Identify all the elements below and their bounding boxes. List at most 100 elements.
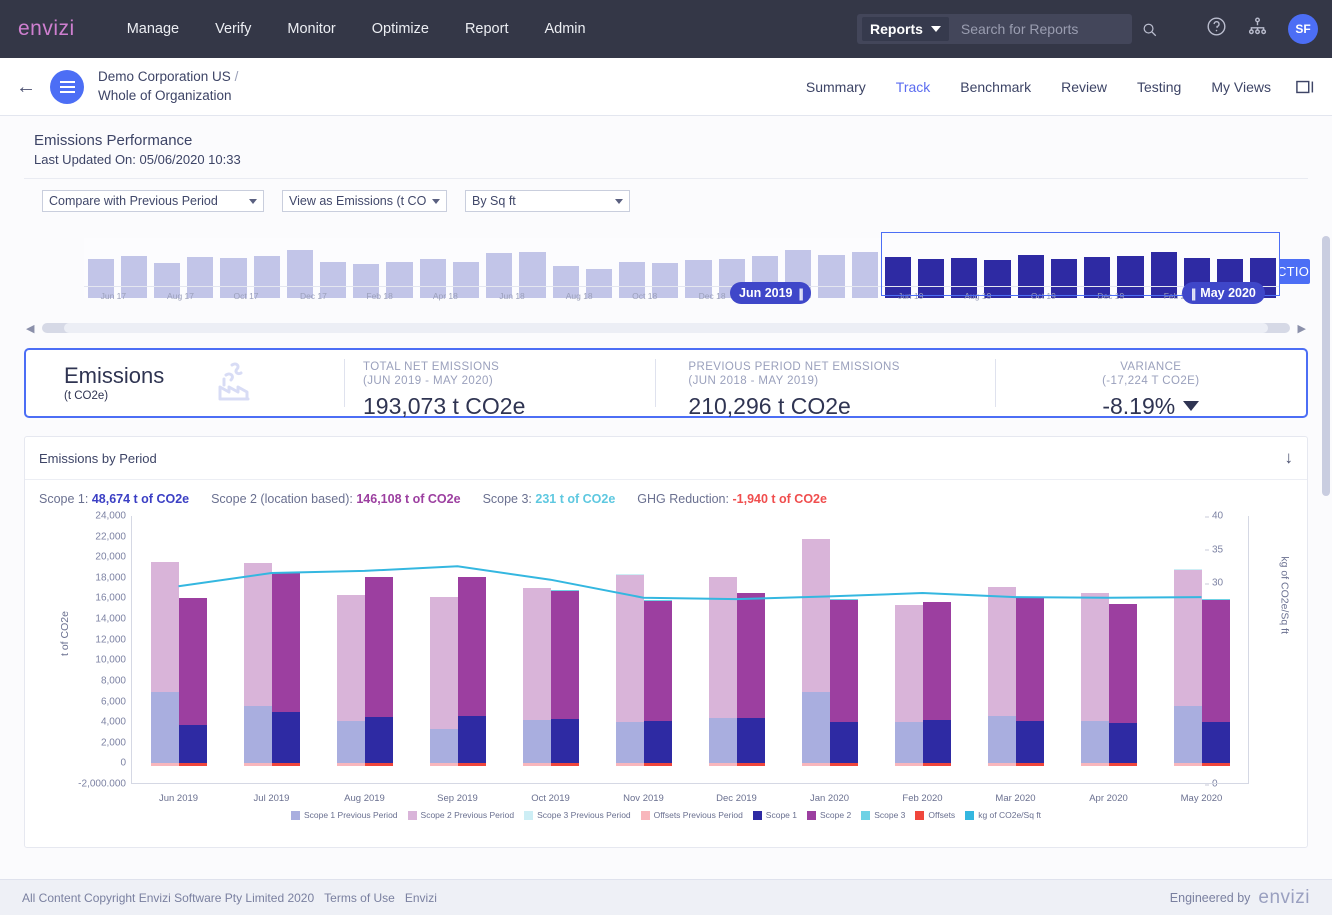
scope-1-value: 48,674 t of CO2e: [91, 492, 190, 506]
timeline-handle-start[interactable]: Jun 2019 ||: [730, 282, 811, 304]
timeline-scrollbar[interactable]: ◀ ▶: [24, 320, 1308, 336]
legend-item[interactable]: Scope 1 Previous Period: [290, 810, 398, 820]
tab-track[interactable]: Track: [881, 71, 945, 103]
tab-summary[interactable]: Summary: [791, 71, 881, 103]
chevron-down-icon: [249, 198, 257, 204]
timeline-axis-label: Dec 19: [1097, 291, 1125, 301]
compare-select[interactable]: Compare with Previous Period: [42, 190, 264, 212]
nav-item-admin[interactable]: Admin: [526, 13, 603, 45]
hamburger-icon[interactable]: [50, 69, 84, 104]
org-tree-icon[interactable]: [1247, 16, 1268, 42]
download-arrow-icon[interactable]: ↓: [1285, 448, 1294, 468]
panel-layout-icon[interactable]: [1296, 79, 1316, 95]
legend-item[interactable]: Offsets Previous Period: [640, 810, 743, 820]
kpi-previous-period-net-emissions: PREVIOUS PERIOD NET EMISSIONS (JUN 2018 …: [656, 350, 994, 419]
chevron-down-icon: [930, 26, 941, 32]
x-axis-label: Jun 2019: [158, 793, 199, 804]
legend-item[interactable]: Scope 1: [752, 810, 797, 820]
nav-item-monitor[interactable]: Monitor: [269, 13, 353, 45]
x-axis-label: Sep 2019: [437, 793, 478, 804]
tab-review[interactable]: Review: [1046, 71, 1122, 103]
footer: All Content Copyright Envizi Software Pt…: [0, 879, 1332, 915]
page-scrollbar-thumb[interactable]: [1322, 236, 1330, 496]
timeline-handle-end[interactable]: || May 2020: [1182, 282, 1265, 304]
legend-item[interactable]: Offsets: [915, 810, 955, 820]
breadcrumb-scope[interactable]: Whole of Organization: [98, 87, 238, 105]
reports-dropdown-button[interactable]: Reports: [862, 17, 949, 41]
performance-header: Emissions Performance Last Updated On: 0…: [0, 116, 1332, 167]
primary-nav-links: Manage Verify Monitor Optimize Report Ad…: [109, 13, 604, 45]
y-axis-tick: 14,000: [95, 613, 126, 625]
reports-dropdown-label: Reports: [870, 21, 923, 37]
kpi-previous-label: PREVIOUS PERIOD NET EMISSIONS: [688, 361, 900, 373]
ghg-reduction-label: GHG Reduction:: [637, 492, 729, 506]
kpi-total-period: (JUN 2019 - MAY 2020): [363, 375, 494, 388]
scope-3-label: Scope 3:: [482, 492, 532, 506]
timeline-axis-label: Dec 17: [299, 291, 327, 301]
nav-item-manage[interactable]: Manage: [109, 13, 197, 45]
chart-legend: Scope 1 Previous Period Scope 2 Previous …: [25, 810, 1307, 820]
scope-2-value: 146,108 t of CO2e: [356, 492, 461, 506]
y-axis-tick: 24,000: [95, 510, 126, 522]
breadcrumb-org[interactable]: Demo Corporation US: [98, 69, 231, 84]
tab-my-views[interactable]: My Views: [1196, 71, 1286, 103]
scope-1-label: Scope 1:: [39, 492, 89, 506]
axis-line-right: [1248, 516, 1249, 784]
y2-axis-title: kg of CO2e/Sq ft: [1279, 556, 1291, 634]
footer-brand: Engineered by envizi: [1170, 887, 1310, 909]
scroll-left-icon[interactable]: ◀: [26, 322, 34, 335]
avatar[interactable]: SF: [1288, 14, 1318, 44]
scope-3-value: 231 t of CO2e: [535, 492, 616, 506]
timeline-axis-label: Dec 18: [698, 291, 726, 301]
kpi-title-block: Emissions (t CO2e): [26, 350, 344, 416]
kpi-unit: (t CO2e): [64, 389, 109, 402]
footer-envizi-link[interactable]: Envizi: [405, 891, 437, 905]
tab-testing[interactable]: Testing: [1122, 71, 1196, 103]
footer-terms-link[interactable]: Terms of Use: [324, 891, 395, 905]
page-title: Emissions Performance: [34, 132, 193, 149]
kpi-variance: VARIANCE (-17,224 T CO2E) -8.19%: [996, 350, 1306, 419]
legend-label: Scope 1 Previous Period: [303, 810, 398, 820]
scroll-right-icon[interactable]: ▶: [1298, 322, 1306, 335]
compare-select-value: Compare with Previous Period: [49, 194, 218, 208]
timeline-axis-label: Aug 18: [565, 291, 593, 301]
scope-2-summary: Scope 2 (location based): 146,108 t of C…: [211, 492, 460, 506]
timeline-axis-label: Jun 17: [100, 291, 127, 301]
envizi-logo[interactable]: envizi: [18, 17, 75, 41]
intensity-line: [179, 566, 1202, 599]
legend-swatch: [807, 810, 816, 820]
legend-item[interactable]: Scope 2 Previous Period: [407, 810, 514, 820]
nav-item-verify[interactable]: Verify: [197, 13, 269, 45]
scrollbar-thumb[interactable]: [64, 323, 1268, 333]
legend-item[interactable]: Scope 3: [861, 810, 905, 820]
footer-engineered-by: Engineered by: [1169, 890, 1251, 905]
legend-item[interactable]: Scope 3 Previous Period: [524, 810, 631, 820]
tab-benchmark[interactable]: Benchmark: [945, 71, 1046, 103]
y-axis-tick: 2,000: [100, 737, 126, 749]
legend-item[interactable]: Scope 2: [807, 810, 851, 820]
view-as-select[interactable]: View as Emissions (t CO2: [282, 190, 447, 212]
nav-item-optimize[interactable]: Optimize: [354, 13, 447, 45]
normalize-by-select[interactable]: By Sq ft: [465, 190, 630, 212]
y-axis-tick: 6,000: [100, 696, 126, 708]
factory-emissions-icon: [202, 359, 258, 408]
timeline-axis-label: Oct 17: [233, 291, 259, 301]
timeline-track[interactable]: Jun 17 Aug 17 Oct 17 Dec 17 Feb 18 Apr 18 Jun …: [84, 232, 1280, 301]
help-circle-icon[interactable]: [1206, 16, 1227, 42]
back-arrow-icon[interactable]: ←: [16, 77, 36, 97]
legend-item[interactable]: kg of CO2e/Sq ft: [965, 810, 1041, 820]
legend-swatch: [290, 810, 300, 820]
search-icon[interactable]: [1142, 22, 1157, 37]
timeline-axis-label: Oct 19: [1030, 291, 1056, 301]
chart-title: Emissions by Period: [39, 450, 157, 466]
legend-swatch: [752, 810, 762, 820]
search-input[interactable]: [960, 21, 1142, 37]
ghg-reduction-summary: GHG Reduction: -1,940 t of CO2e: [637, 492, 827, 506]
y-axis-tick: 8,000: [100, 675, 126, 687]
scope-summary-row: Scope 1: 48,674 t of CO2e Scope 2 (locat…: [25, 480, 1307, 514]
timeline-axis-label: Aug 17: [167, 291, 194, 301]
timeline-range-selector[interactable]: Jun 17 Aug 17 Oct 17 Dec 17 Feb 18 Apr 18 Jun …: [24, 232, 1308, 316]
nav-item-report[interactable]: Report: [447, 13, 527, 45]
avatar-initials: SF: [1295, 22, 1311, 36]
legend-label: Scope 3: [874, 810, 906, 820]
